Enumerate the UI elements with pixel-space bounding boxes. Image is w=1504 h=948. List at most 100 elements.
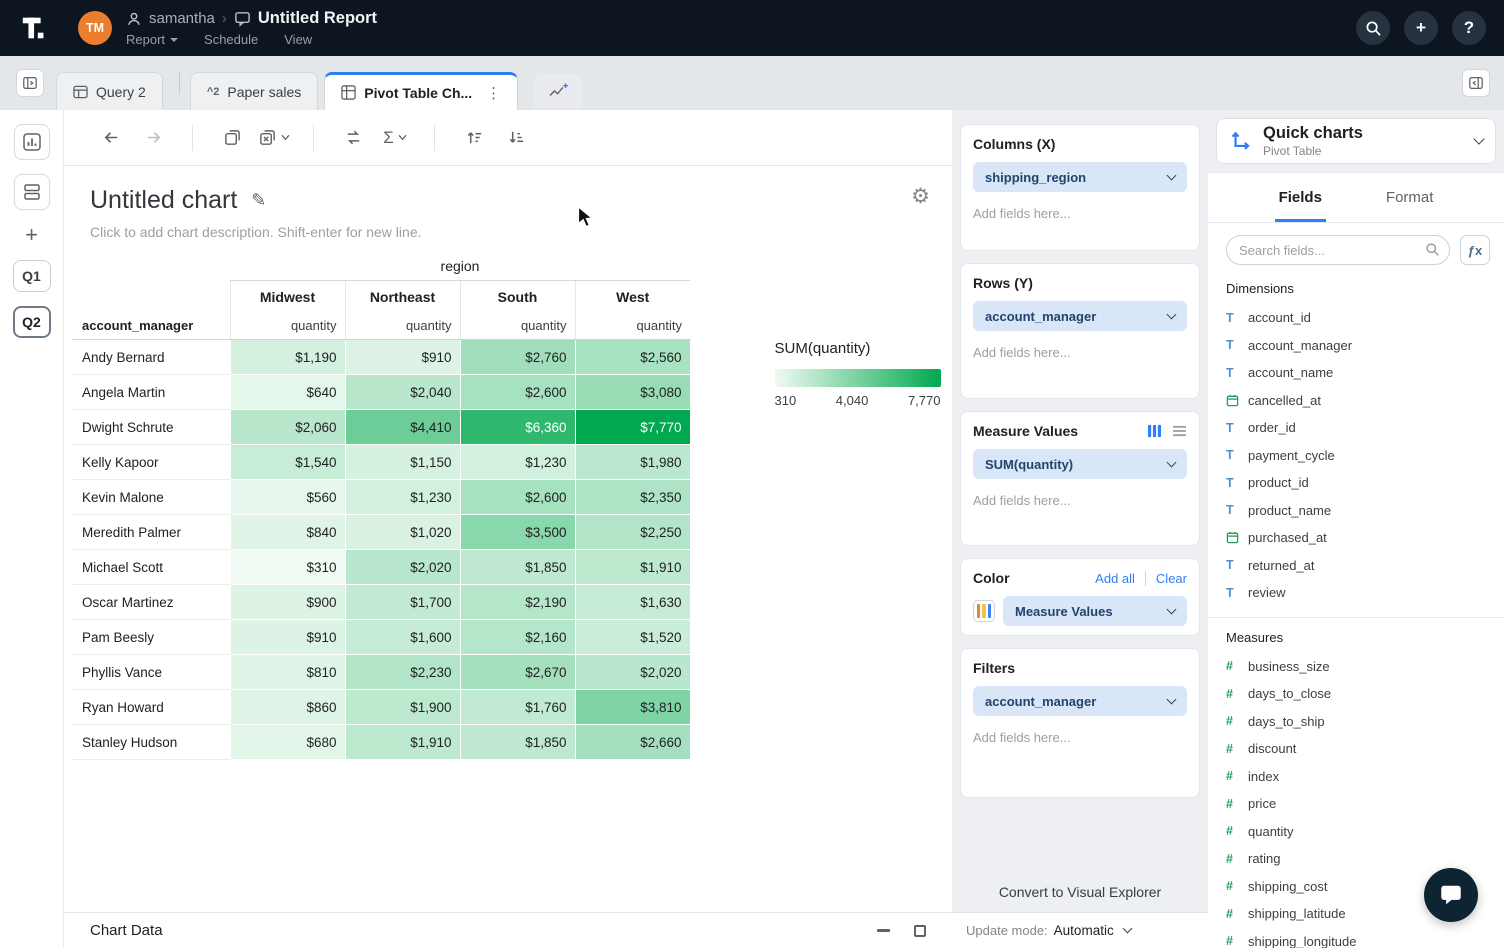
pivot-cell[interactable]: $2,250 xyxy=(575,515,690,550)
field-item-account_manager[interactable]: Taccount_manager xyxy=(1208,332,1504,360)
chevron-down-icon[interactable] xyxy=(1167,170,1177,180)
pivot-cell[interactable]: $1,520 xyxy=(575,620,690,655)
pivot-row-label[interactable]: Phyllis Vance xyxy=(72,655,230,690)
field-item-quantity[interactable]: #quantity xyxy=(1208,818,1504,846)
columns-view-icon[interactable] xyxy=(1147,424,1162,438)
rows-y-dropzone[interactable]: Add fields here... xyxy=(973,345,1187,360)
chevron-down-icon[interactable] xyxy=(1167,604,1177,614)
pivot-cell[interactable]: $3,080 xyxy=(575,375,690,410)
pivot-cell[interactable]: $1,630 xyxy=(575,585,690,620)
field-item-index[interactable]: #index xyxy=(1208,763,1504,791)
remove-chart-button[interactable] xyxy=(257,121,291,155)
sort-descending-button[interactable] xyxy=(499,121,533,155)
tab-paper-sales[interactable]: ^2 Paper sales xyxy=(190,72,318,110)
pivot-cell[interactable]: $2,020 xyxy=(575,655,690,690)
chart-data-label[interactable]: Chart Data xyxy=(90,922,163,939)
pivot-row-label[interactable]: Kevin Malone xyxy=(72,480,230,515)
tab-menu-icon[interactable]: ⋮ xyxy=(486,84,501,102)
chart-title[interactable]: Untitled chart xyxy=(90,186,237,215)
column-header[interactable]: South xyxy=(460,281,575,313)
pivot-cell[interactable]: $1,150 xyxy=(345,445,460,480)
pivot-cell[interactable]: $1,700 xyxy=(345,585,460,620)
pivot-cell[interactable]: $910 xyxy=(230,620,345,655)
column-header[interactable]: West xyxy=(575,281,690,313)
pivot-cell[interactable]: $2,230 xyxy=(345,655,460,690)
swap-axes-button[interactable] xyxy=(336,121,370,155)
pivot-cell[interactable]: $1,910 xyxy=(575,550,690,585)
pivot-row-label[interactable]: Ryan Howard xyxy=(72,690,230,725)
field-item-account_id[interactable]: Taccount_id xyxy=(1208,304,1504,332)
pivot-cell[interactable]: $2,160 xyxy=(460,620,575,655)
pivot-cell[interactable]: $2,040 xyxy=(345,375,460,410)
palette-icon[interactable] xyxy=(973,600,995,622)
aggregate-button[interactable]: Σ xyxy=(378,121,412,155)
report-title[interactable]: Untitled Report xyxy=(258,9,377,28)
field-item-product_id[interactable]: Tproduct_id xyxy=(1208,469,1504,497)
pivot-row-label[interactable]: Stanley Hudson xyxy=(72,725,230,760)
chart-description-placeholder[interactable]: Click to add chart description. Shift-en… xyxy=(90,224,926,240)
chevron-down-icon[interactable] xyxy=(1473,133,1484,144)
color-clear-link[interactable]: Clear xyxy=(1145,571,1187,586)
pivot-cell[interactable]: $2,600 xyxy=(460,480,575,515)
forward-button[interactable] xyxy=(136,121,170,155)
app-logo[interactable] xyxy=(20,13,50,43)
search-button[interactable] xyxy=(1356,11,1390,45)
pivot-cell[interactable]: $810 xyxy=(230,655,345,690)
tab-format[interactable]: Format xyxy=(1382,173,1438,222)
field-item-business_size[interactable]: #business_size xyxy=(1208,653,1504,681)
pivot-cell[interactable]: $2,020 xyxy=(345,550,460,585)
field-item-price[interactable]: #price xyxy=(1208,790,1504,818)
pivot-cell[interactable]: $3,500 xyxy=(460,515,575,550)
field-item-purchased_at[interactable]: purchased_at xyxy=(1208,524,1504,552)
chat-launcher-button[interactable] xyxy=(1424,868,1478,922)
pivot-cell[interactable]: $2,060 xyxy=(230,410,345,445)
field-item-payment_cycle[interactable]: Tpayment_cycle xyxy=(1208,442,1504,470)
pivot-row-label[interactable]: Pam Beesly xyxy=(72,620,230,655)
rows-view-icon[interactable] xyxy=(1172,425,1187,437)
color-field-pill[interactable]: Measure Values xyxy=(1003,596,1187,626)
pivot-cell[interactable]: $2,660 xyxy=(575,725,690,760)
pivot-cell[interactable]: $4,410 xyxy=(345,410,460,445)
pivot-cell[interactable]: $6,360 xyxy=(460,410,575,445)
query-1-shortcut[interactable]: Q1 xyxy=(13,260,51,292)
pivot-cell[interactable]: $1,910 xyxy=(345,725,460,760)
pivot-cell[interactable]: $2,760 xyxy=(460,340,575,375)
field-item-rating[interactable]: #rating xyxy=(1208,845,1504,873)
pivot-cell[interactable]: $1,230 xyxy=(460,445,575,480)
add-query-button[interactable]: + xyxy=(25,224,38,246)
pivot-cell[interactable]: $2,560 xyxy=(575,340,690,375)
pivot-row-label[interactable]: Angela Martin xyxy=(72,375,230,410)
tab-pivot-table-chart[interactable]: Pivot Table Ch... ⋮ xyxy=(324,72,518,110)
back-button[interactable] xyxy=(94,121,128,155)
custom-field-button[interactable]: ƒx xyxy=(1460,235,1490,265)
filters-field-pill[interactable]: account_manager xyxy=(973,686,1187,716)
queries-shortcut-button[interactable] xyxy=(14,174,50,210)
expand-icon[interactable] xyxy=(914,925,926,937)
pivot-cell[interactable]: $1,190 xyxy=(230,340,345,375)
row-dimension-header[interactable]: account_manager xyxy=(72,313,230,340)
field-item-discount[interactable]: #discount xyxy=(1208,735,1504,763)
column-header[interactable]: Midwest xyxy=(230,281,345,313)
field-item-returned_at[interactable]: Treturned_at xyxy=(1208,552,1504,580)
add-button[interactable]: + xyxy=(1404,11,1438,45)
help-button[interactable]: ? xyxy=(1452,11,1486,45)
columns-x-field-pill[interactable]: shipping_region xyxy=(973,162,1187,192)
menu-view[interactable]: View xyxy=(284,32,312,47)
edit-title-icon[interactable]: ✎ xyxy=(251,190,266,211)
pivot-cell[interactable]: $680 xyxy=(230,725,345,760)
pivot-row-label[interactable]: Michael Scott xyxy=(72,550,230,585)
field-item-order_id[interactable]: Torder_id xyxy=(1208,414,1504,442)
pivot-cell[interactable]: $2,350 xyxy=(575,480,690,515)
pivot-cell[interactable]: $7,770 xyxy=(575,410,690,445)
field-item-days_to_ship[interactable]: #days_to_ship xyxy=(1208,708,1504,736)
pivot-cell[interactable]: $560 xyxy=(230,480,345,515)
update-mode-value[interactable]: Automatic xyxy=(1054,923,1114,938)
pivot-cell[interactable]: $1,760 xyxy=(460,690,575,725)
pivot-cell[interactable]: $900 xyxy=(230,585,345,620)
query-2-shortcut[interactable]: Q2 xyxy=(13,306,51,338)
pivot-cell[interactable]: $1,980 xyxy=(575,445,690,480)
pivot-cell[interactable]: $2,670 xyxy=(460,655,575,690)
menu-schedule[interactable]: Schedule xyxy=(204,32,258,47)
pivot-row-label[interactable]: Dwight Schrute xyxy=(72,410,230,445)
field-item-cancelled_at[interactable]: cancelled_at xyxy=(1208,387,1504,415)
